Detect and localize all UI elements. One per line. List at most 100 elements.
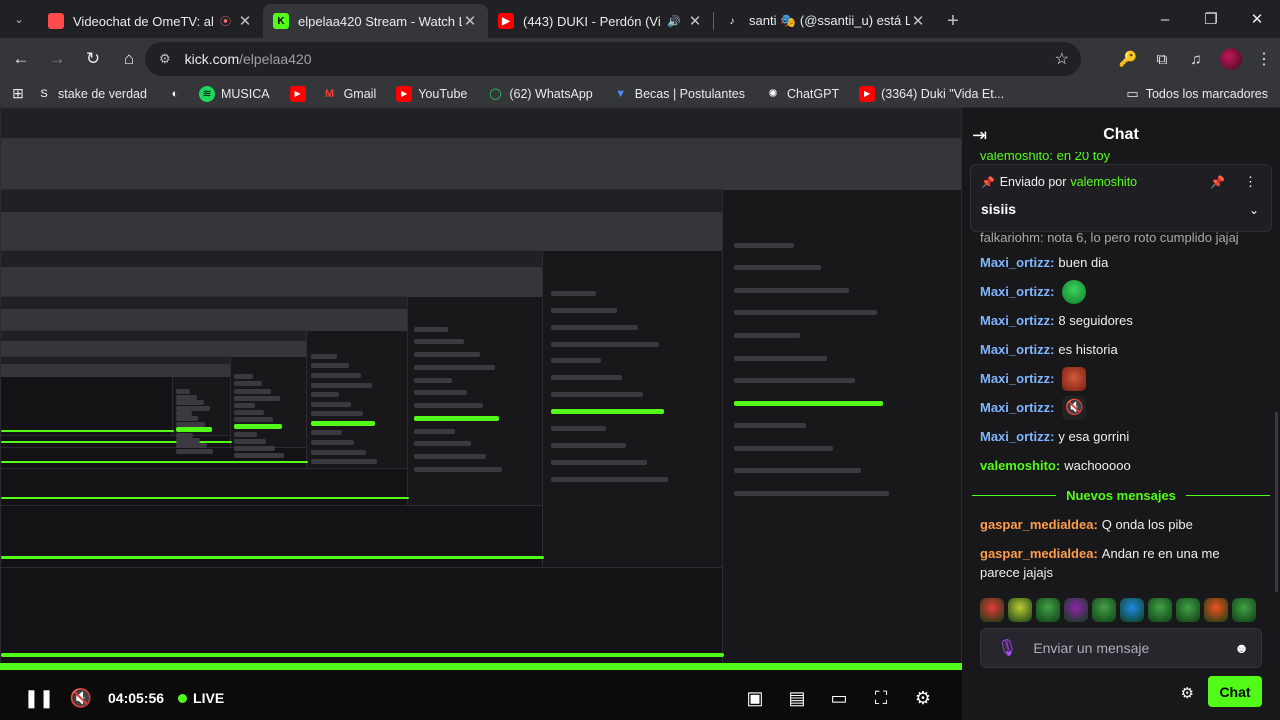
bookmark-youtube[interactable]: ▶ YouTube: [396, 85, 467, 102]
bookmark-star-icon[interactable]: ☆: [1055, 49, 1069, 69]
bookmarks-bar: ⊞ Sstake de verdad ◐ ≋ MUSICA ▶ M Gmail ▶ Y…: [0, 80, 1280, 108]
quick-emote-icon[interactable]: [1148, 598, 1172, 622]
quick-emote-bar: [980, 598, 1270, 622]
quick-emote-icon[interactable]: [1036, 598, 1060, 622]
quick-emote-icon[interactable]: [1092, 598, 1116, 622]
chat-message: Maxi_ortizz: 🔇: [962, 393, 1280, 422]
send-chat-button[interactable]: Chat: [1208, 676, 1262, 707]
chat-username[interactable]: Maxi_ortizz:: [980, 369, 1054, 388]
chat-username[interactable]: valemoshito:: [980, 456, 1060, 475]
bookmark-stake[interactable]: Sstake de verdad: [36, 86, 147, 102]
unpin-icon[interactable]: 📌: [1210, 175, 1225, 189]
minimize-button[interactable]: –: [1142, 0, 1188, 38]
emoji-picker-icon[interactable]: ☻: [1234, 640, 1249, 656]
reload-button[interactable]: ↻: [76, 42, 110, 76]
chat-username[interactable]: Maxi_ortizz:: [980, 340, 1054, 359]
bookmark-whatsapp[interactable]: ◯ (62) WhatsApp: [487, 86, 593, 102]
close-tab-icon[interactable]: ✕: [910, 12, 926, 30]
chat-username[interactable]: Maxi_ortizz:: [980, 253, 1054, 272]
tab-youtube-duki[interactable]: ▶ (443) DUKI - Perdón (Video 🔊 ✕: [488, 4, 713, 38]
pause-icon[interactable]: ❚❚: [22, 681, 56, 715]
back-button[interactable]: ←: [4, 42, 38, 76]
address-bar[interactable]: ⚙ kick.com/elpelaa420 ☆: [145, 42, 1081, 76]
face-emote-icon[interactable]: [1062, 366, 1087, 391]
page-content: ❚❚ 🔇 04:05:56 LIVE ▣ ▤ ▭ ⛶ ⚙ ⇥ Chat vale…: [0, 108, 1280, 720]
bookmark-chatgpt[interactable]: ✺ ChatGPT: [765, 86, 839, 102]
home-button[interactable]: ⌂: [112, 42, 146, 76]
bookmark-gmail[interactable]: M Gmail: [322, 86, 376, 102]
quick-emote-icon[interactable]: [1064, 598, 1088, 622]
video-player[interactable]: ❚❚ 🔇 04:05:56 LIVE ▣ ▤ ▭ ⛶ ⚙: [0, 108, 962, 720]
pinned-by: 📌 Enviado por valemoshito: [981, 175, 1137, 189]
whatsapp-icon: ◯: [489, 88, 502, 100]
apps-grid-icon[interactable]: ⊞: [0, 85, 36, 102]
quick-emote-icon[interactable]: [980, 598, 1004, 622]
chat-messages[interactable]: valemoshito: en 20 toy 📌 Enviado por valem…: [962, 152, 1280, 592]
bookmark-becas[interactable]: ▼ Becas | Postulantes: [613, 86, 745, 102]
chat-message: Maxi_ortizz: 8 seguidores: [962, 306, 1280, 335]
quick-emote-icon[interactable]: [1232, 598, 1256, 622]
progress-bar[interactable]: [0, 663, 962, 670]
quick-emote-icon[interactable]: [1176, 598, 1200, 622]
timecode: 04:05:56: [108, 690, 165, 706]
close-window-button[interactable]: ✕: [1234, 0, 1280, 38]
new-tab-button[interactable]: +: [936, 4, 970, 38]
browser-menu-icon[interactable]: ⋮: [1256, 49, 1272, 69]
chat-username[interactable]: Maxi_ortizz:: [980, 427, 1054, 446]
chat-scrollbar[interactable]: [1275, 412, 1278, 592]
chat-username[interactable]: Maxi_ortizz:: [980, 398, 1054, 417]
bookmark-musica[interactable]: ≋ MUSICA: [198, 85, 270, 102]
chat-text: wachooooo: [1064, 458, 1131, 473]
key-extension-icon[interactable]: 🔑: [1118, 49, 1138, 69]
close-tab-icon[interactable]: ✕: [462, 12, 478, 30]
mute-emote-icon[interactable]: 🔇: [1062, 395, 1087, 420]
chat-input[interactable]: [1033, 640, 1235, 656]
quick-emote-icon[interactable]: [1008, 598, 1032, 622]
pinned-message[interactable]: 📌 Enviado por valemoshito sisiis 📌 ⋮ ⌄: [970, 164, 1272, 232]
recording-icon: ⦿: [220, 16, 231, 28]
theater-mode-icon[interactable]: ▤: [780, 681, 814, 715]
close-tab-icon[interactable]: ✕: [687, 12, 703, 30]
picture-in-picture-icon[interactable]: ▣: [738, 681, 772, 715]
tab-kick[interactable]: K elpelaa420 Stream - Watch Live ✕: [263, 4, 488, 38]
quick-emote-icon[interactable]: [1120, 598, 1144, 622]
youtube-icon: ▶: [289, 85, 306, 102]
extensions-puzzle-icon[interactable]: ⧉: [1152, 49, 1172, 69]
maximize-button[interactable]: ❐: [1188, 0, 1234, 38]
chat-settings-gear-icon[interactable]: ⚙: [1181, 684, 1194, 702]
audio-playing-icon[interactable]: 🔊: [667, 15, 681, 28]
all-bookmarks-folder[interactable]: ▭ Todos los marcadores: [1126, 86, 1268, 102]
bookmark-label: (3364) Duki "Vida Et...: [881, 86, 1005, 101]
frog-emote-icon[interactable]: [1062, 279, 1087, 304]
settings-gear-icon[interactable]: ⚙: [906, 681, 940, 715]
clip-icon[interactable]: ▭: [822, 681, 856, 715]
tab-search-icon[interactable]: ⌄: [0, 0, 38, 38]
collapse-chat-icon[interactable]: ⇥: [972, 125, 987, 146]
bookmark-duki[interactable]: ▶ (3364) Duki "Vida Et...: [859, 85, 1005, 102]
chat-username[interactable]: Maxi_ortizz:: [980, 311, 1054, 330]
new-messages-divider: Nuevos mensajes: [962, 480, 1280, 510]
chat-message: Maxi_ortizz: y esa gorrini: [962, 422, 1280, 451]
chat-username[interactable]: gaspar_medialdea:: [980, 546, 1098, 561]
tab-ometv[interactable]: Videochat de OmeTV: alterna ⦿ ✕: [38, 4, 263, 38]
stream-video-feed: [0, 108, 962, 668]
site-info-icon[interactable]: ⚙: [159, 51, 171, 67]
forward-button[interactable]: →: [40, 42, 74, 76]
bookmark-globe[interactable]: ◐: [167, 86, 189, 102]
muted-speaker-icon[interactable]: 🔇: [64, 681, 98, 715]
bookmark-youtube-1[interactable]: ▶: [289, 85, 312, 102]
tab-tiktok[interactable]: ♪ santi 🎭 (@ssantii_u) está LIVE ✕: [714, 4, 936, 38]
chevron-down-icon[interactable]: ⌄: [1249, 203, 1259, 217]
close-tab-icon[interactable]: ✕: [237, 12, 253, 30]
more-options-icon[interactable]: ⋮: [1244, 174, 1257, 190]
chat-input-box[interactable]: 🎙 ☻: [980, 628, 1262, 668]
chat-username[interactable]: Maxi_ortizz:: [980, 282, 1054, 301]
globe-icon: ◐: [171, 87, 179, 100]
fullscreen-icon[interactable]: ⛶: [864, 681, 898, 715]
profile-avatar[interactable]: [1220, 48, 1242, 70]
chat-username[interactable]: gaspar_medialdea:: [980, 515, 1098, 534]
quick-emote-icon[interactable]: [1204, 598, 1228, 622]
chat-text: 8 seguidores: [1058, 313, 1133, 328]
microphone-icon[interactable]: 🎙: [997, 638, 1017, 658]
media-controls-icon[interactable]: ♫: [1186, 49, 1206, 69]
